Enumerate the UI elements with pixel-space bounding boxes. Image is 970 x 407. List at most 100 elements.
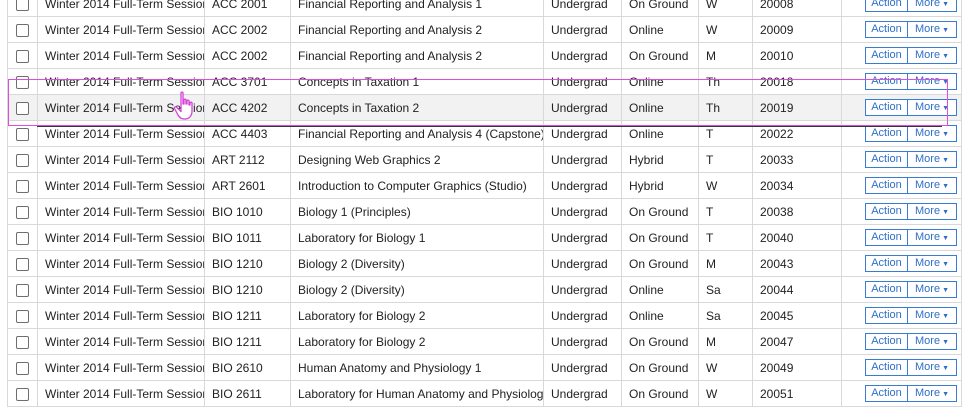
action-button[interactable]: Action <box>865 177 908 194</box>
table-row[interactable]: Winter 2014 Full-Term Session ACC 2002 Fin… <box>7 16 962 43</box>
action-button[interactable]: Action <box>865 307 908 324</box>
day-cell: Sa <box>698 302 753 329</box>
caret-down-icon: ▼ <box>942 365 949 372</box>
more-dropdown-button[interactable]: More ▼ <box>907 333 957 350</box>
row-select-checkbox[interactable] <box>16 23 29 37</box>
table-row[interactable]: Winter 2014 Full-Term Session BIO 1211 Lab… <box>7 328 962 355</box>
action-button[interactable]: Action <box>865 0 908 12</box>
more-dropdown-button[interactable]: More ▼ <box>907 73 957 90</box>
course-code-cell: BIO 1211 <box>204 302 291 329</box>
more-button-label: More <box>915 0 941 9</box>
row-select-checkbox[interactable] <box>16 49 29 63</box>
table-row[interactable]: Winter 2014 Full-Term Session BIO 2610 Hum… <box>7 354 962 381</box>
more-dropdown-button[interactable]: More ▼ <box>907 203 957 220</box>
row-select-checkbox[interactable] <box>16 75 29 89</box>
row-select-checkbox[interactable] <box>16 361 29 375</box>
table-row[interactable]: Winter 2014 Full-Term Session ACC 4202 Con… <box>7 94 962 121</box>
action-button[interactable]: Action <box>865 359 908 376</box>
action-button[interactable]: Action <box>865 203 908 220</box>
table-row[interactable]: Winter 2014 Full-Term Session ACC 4403 Fin… <box>7 120 962 147</box>
row-select-checkbox[interactable] <box>16 335 29 349</box>
caret-down-icon: ▼ <box>942 131 949 138</box>
table-row[interactable]: Winter 2014 Full-Term Session BIO 1011 Lab… <box>7 224 962 251</box>
course-code-cell: ACC 4202 <box>204 94 291 121</box>
row-action-group: Action More ▼ <box>865 281 957 298</box>
row-select-checkbox[interactable] <box>16 283 29 297</box>
table-row[interactable]: Winter 2014 Full-Term Session ART 2112 Des… <box>7 146 962 173</box>
action-button[interactable]: Action <box>865 333 908 350</box>
row-select-checkbox[interactable] <box>16 127 29 141</box>
row-select-checkbox[interactable] <box>16 179 29 193</box>
table-row[interactable]: Winter 2014 Full-Term Session BIO 1211 Lab… <box>7 302 962 329</box>
action-button[interactable]: Action <box>865 229 908 246</box>
select-cell <box>7 276 38 303</box>
more-button-label: More <box>915 361 941 373</box>
row-select-checkbox[interactable] <box>16 257 29 271</box>
more-dropdown-button[interactable]: More ▼ <box>907 99 957 116</box>
crn-cell: 20019 <box>752 94 842 121</box>
day-cell: W <box>698 172 753 199</box>
day-cell: M <box>698 42 753 69</box>
crn-cell: 20051 <box>752 380 842 407</box>
table-row[interactable]: Winter 2014 Full-Term Session ACC 2001 Fin… <box>7 0 962 17</box>
term-cell: Winter 2014 Full-Term Session <box>37 276 205 303</box>
more-dropdown-button[interactable]: More ▼ <box>907 151 957 168</box>
table-row[interactable]: Winter 2014 Full-Term Session ACC 2002 Fin… <box>7 42 962 69</box>
more-button-label: More <box>915 257 941 269</box>
more-dropdown-button[interactable]: More ▼ <box>907 47 957 64</box>
row-action-group: Action More ▼ <box>865 125 957 142</box>
delivery-mode-cell: On Ground <box>621 42 699 69</box>
more-dropdown-button[interactable]: More ▼ <box>907 255 957 272</box>
action-button[interactable]: Action <box>865 73 908 90</box>
actions-cell: Action More ▼ <box>841 380 962 407</box>
level-cell: Undergrad <box>543 0 622 17</box>
more-dropdown-button[interactable]: More ▼ <box>907 229 957 246</box>
more-dropdown-button[interactable]: More ▼ <box>907 385 957 402</box>
row-select-checkbox[interactable] <box>16 231 29 245</box>
more-dropdown-button[interactable]: More ▼ <box>907 359 957 376</box>
action-button[interactable]: Action <box>865 99 908 116</box>
caret-down-icon: ▼ <box>942 105 949 112</box>
course-code-cell: ACC 4403 <box>204 120 291 147</box>
term-cell: Winter 2014 Full-Term Session <box>37 16 205 43</box>
more-button-label: More <box>915 179 941 191</box>
more-button-label: More <box>915 335 941 347</box>
table-row[interactable]: Winter 2014 Full-Term Session ART 2601 Int… <box>7 172 962 199</box>
day-cell: W <box>698 16 753 43</box>
row-select-checkbox[interactable] <box>16 101 29 115</box>
row-select-checkbox[interactable] <box>16 205 29 219</box>
more-button-label: More <box>915 387 941 399</box>
level-cell: Undergrad <box>543 16 622 43</box>
course-title-cell: Biology 2 (Diversity) <box>290 250 544 277</box>
select-cell <box>7 120 38 147</box>
more-dropdown-button[interactable]: More ▼ <box>907 0 957 12</box>
action-button[interactable]: Action <box>865 255 908 272</box>
more-dropdown-button[interactable]: More ▼ <box>907 307 957 324</box>
row-select-checkbox[interactable] <box>16 387 29 401</box>
action-button[interactable]: Action <box>865 281 908 298</box>
table-row[interactable]: Winter 2014 Full-Term Session BIO 2611 Lab… <box>7 380 962 407</box>
table-row[interactable]: Winter 2014 Full-Term Session ACC 3701 Con… <box>7 68 962 95</box>
table-row[interactable]: Winter 2014 Full-Term Session BIO 1010 Bio… <box>7 198 962 225</box>
course-code-cell: BIO 1211 <box>204 328 291 355</box>
action-button[interactable]: Action <box>865 385 908 402</box>
more-dropdown-button[interactable]: More ▼ <box>907 177 957 194</box>
action-button[interactable]: Action <box>865 47 908 64</box>
more-dropdown-button[interactable]: More ▼ <box>907 21 957 38</box>
row-action-group: Action More ▼ <box>865 151 957 168</box>
crn-cell: 20047 <box>752 328 842 355</box>
row-select-checkbox[interactable] <box>16 153 29 167</box>
more-dropdown-button[interactable]: More ▼ <box>907 125 957 142</box>
more-dropdown-button[interactable]: More ▼ <box>907 281 957 298</box>
row-select-checkbox[interactable] <box>16 0 29 11</box>
action-button[interactable]: Action <box>865 151 908 168</box>
term-cell: Winter 2014 Full-Term Session <box>37 380 205 407</box>
action-button[interactable]: Action <box>865 125 908 142</box>
delivery-mode-cell: Online <box>621 302 699 329</box>
crn-cell: 20010 <box>752 42 842 69</box>
action-button[interactable]: Action <box>865 21 908 38</box>
table-row[interactable]: Winter 2014 Full-Term Session BIO 1210 Bio… <box>7 250 962 277</box>
actions-cell: Action More ▼ <box>841 302 962 329</box>
row-select-checkbox[interactable] <box>16 309 29 323</box>
table-row[interactable]: Winter 2014 Full-Term Session BIO 1210 Bio… <box>7 276 962 303</box>
